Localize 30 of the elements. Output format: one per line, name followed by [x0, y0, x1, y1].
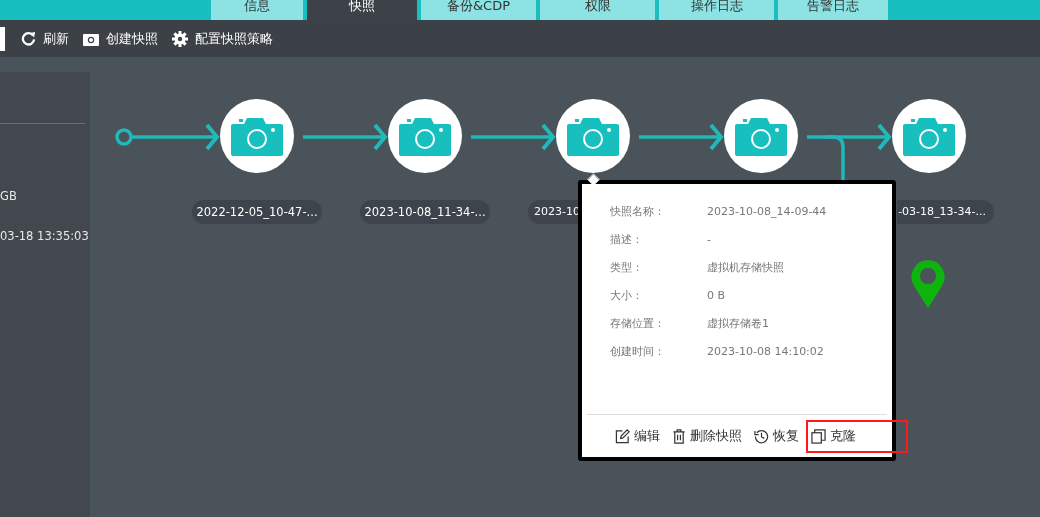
action-button[interactable]: 编辑: [610, 419, 665, 453]
tab[interactable]: 权限: [540, 0, 655, 20]
field-value: 2023-10-08_14-09-44: [707, 205, 827, 218]
snapshot-label: 2022-12-05_10-47-...: [192, 200, 322, 224]
action-button[interactable]: 克隆: [806, 419, 908, 453]
toolbar-button[interactable]: 刷新: [21, 29, 79, 48]
field-label: 存储位置：: [610, 316, 666, 331]
field-value: 0 B: [707, 289, 726, 302]
tab[interactable]: 快照: [307, 0, 417, 20]
side-panel-text: 03-18 13:35:03: [0, 229, 89, 243]
tab[interactable]: 备份&CDP: [421, 0, 536, 20]
tab[interactable]: 告警日志: [778, 0, 888, 20]
tab[interactable]: 信息: [211, 0, 303, 20]
toolbar-button[interactable]: 配置快照策略: [172, 29, 283, 48]
field-value: 虚拟存储卷1: [707, 316, 769, 331]
toolbar-button[interactable]: 创建快照: [83, 29, 168, 48]
field-value: -: [707, 233, 711, 246]
field-label: 创建时间：: [610, 344, 666, 359]
side-panel-text: GB: [0, 189, 17, 203]
field-label: 描述：: [610, 232, 644, 247]
action-button[interactable]: 恢复: [749, 419, 804, 453]
action-button[interactable]: 删除快照: [667, 419, 747, 453]
field-value: 虚拟机存储快照: [707, 260, 784, 275]
field-value: 2023-10-08 14:10:02: [707, 345, 824, 358]
snapshot-label: -03-18_13-34-...: [897, 200, 994, 224]
tab[interactable]: 操作日志: [659, 0, 774, 20]
snapshot-label: 2023-10-08_11-34-...: [360, 200, 490, 224]
field-label: 快照名称：: [610, 204, 666, 219]
field-label: 大小：: [610, 288, 644, 303]
field-label: 类型：: [610, 260, 644, 275]
